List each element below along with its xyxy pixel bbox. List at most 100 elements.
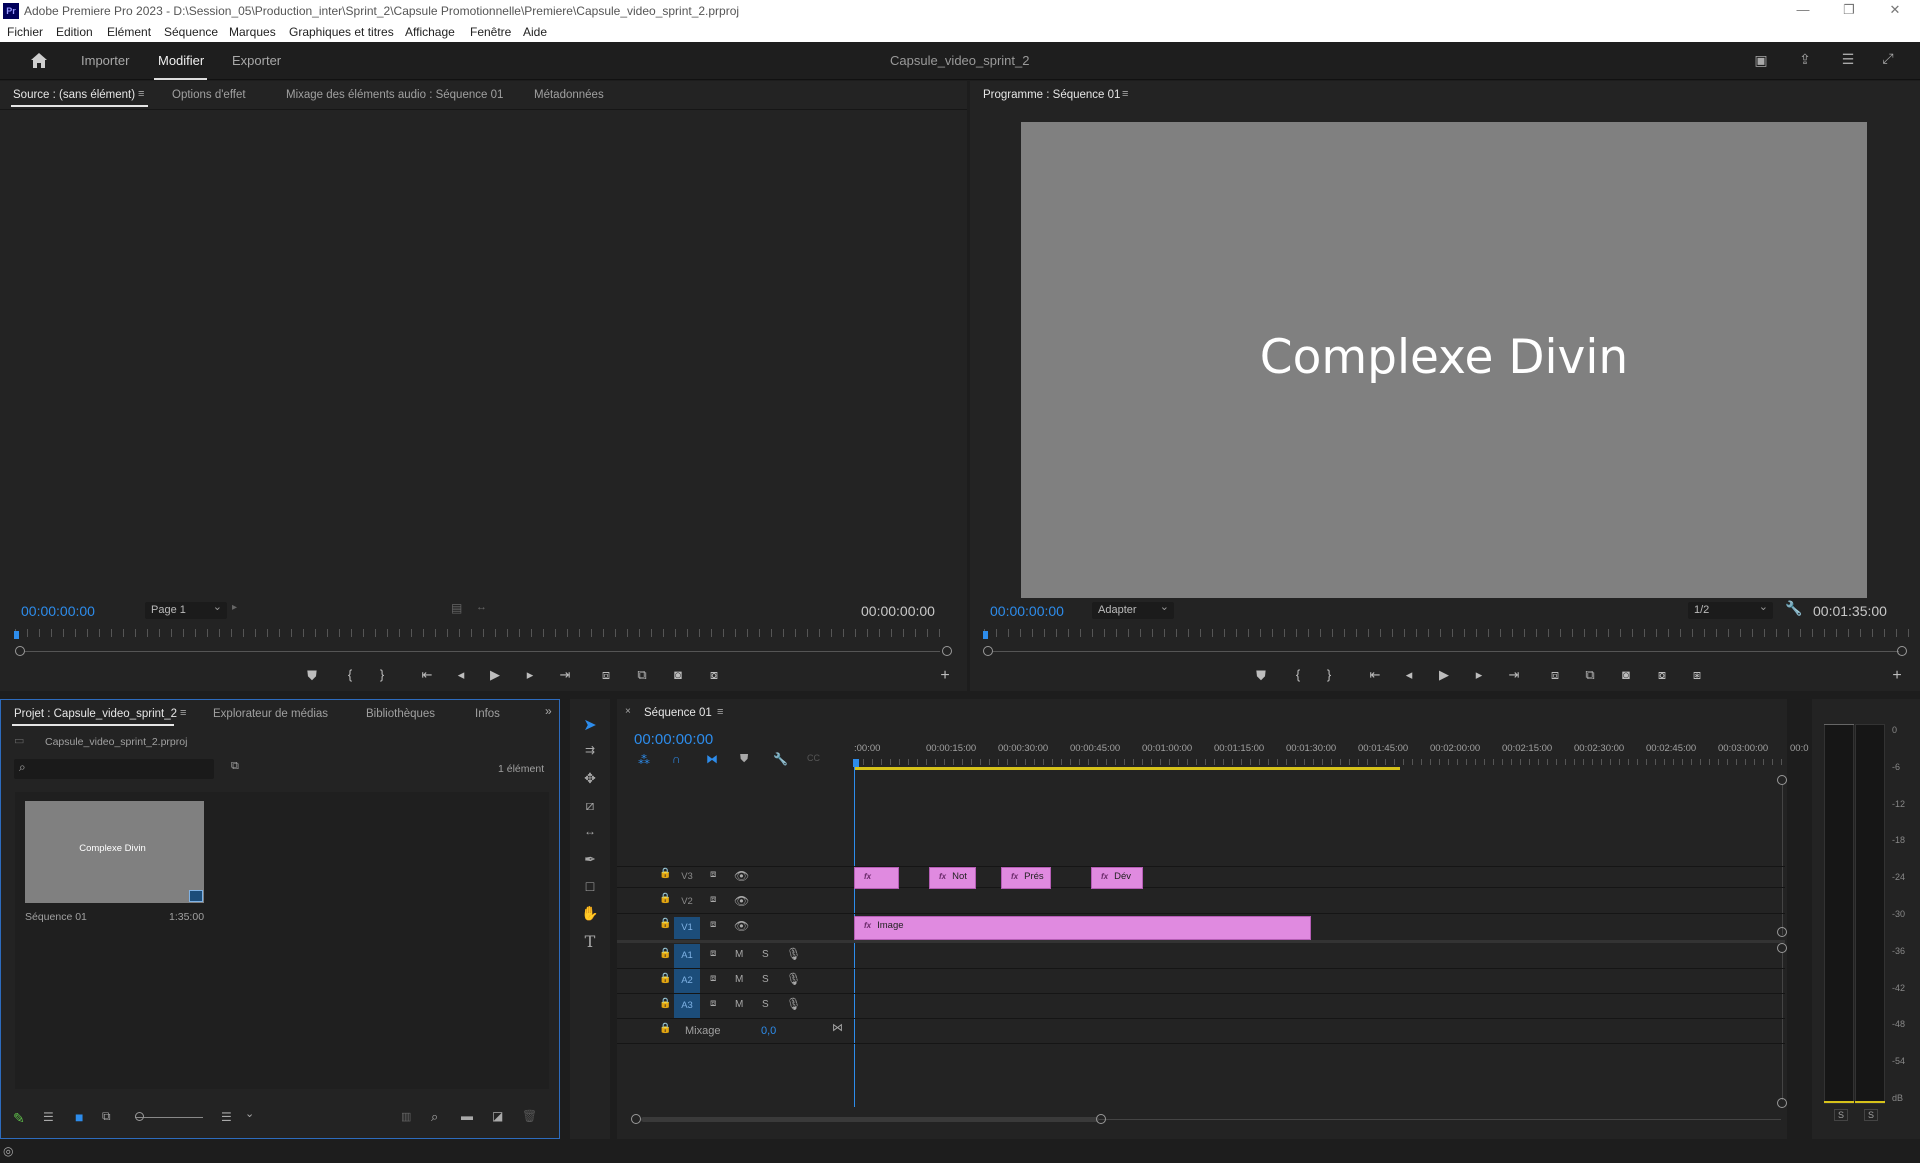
menu-aide[interactable]: Aide — [523, 25, 547, 39]
program-playhead[interactable] — [983, 631, 988, 639]
icon-view-icon[interactable]: ■ — [75, 1109, 83, 1125]
menu-fichier[interactable]: Fichier — [7, 25, 43, 39]
track-a1[interactable]: A1 — [674, 944, 700, 968]
h-scroll-right[interactable] — [1096, 1114, 1106, 1124]
export-frame-icon[interactable]: ◙ — [669, 667, 687, 682]
sync-icon[interactable]: ⧈ — [710, 894, 716, 905]
new-bin-from-search-icon[interactable]: ⧉ — [231, 760, 239, 773]
trash-icon[interactable]: 🗑 — [522, 1109, 537, 1123]
timeline-menu-icon[interactable]: ≡ — [717, 706, 723, 718]
razor-tool-icon[interactable]: ⧄ — [580, 797, 600, 814]
lock-icon[interactable]: 🔒 — [659, 948, 671, 959]
automate-icon[interactable]: ▥ — [401, 1110, 411, 1123]
captions-icon[interactable]: CC — [807, 753, 820, 763]
h-scroll-left[interactable] — [631, 1114, 641, 1124]
button-editor-icon[interactable]: ⧆ — [1688, 667, 1706, 683]
extract-icon[interactable]: ⧉ — [1581, 667, 1599, 683]
clip-v3-4[interactable]: fx Dév — [1091, 867, 1143, 889]
audio-scroll-top[interactable] — [1777, 943, 1787, 953]
project-search-input[interactable]: ⌕ — [14, 759, 214, 779]
program-zoom-handle-right[interactable] — [1897, 646, 1907, 656]
menu-affichage[interactable]: Affichage — [405, 25, 455, 39]
rectangle-tool-icon[interactable]: □ — [580, 878, 600, 894]
add-button-icon[interactable]: + — [1888, 667, 1906, 685]
drag-video-icon[interactable]: ▤ — [451, 601, 462, 615]
clip-v3-2[interactable]: fx Not — [929, 867, 976, 889]
lock-icon[interactable]: 🔒 — [659, 918, 671, 929]
tab-project[interactable]: Projet : Capsule_video_sprint_2 — [14, 708, 177, 720]
zoom-bar[interactable] — [25, 651, 940, 652]
minimize-button[interactable]: — — [1780, 2, 1826, 17]
clip-v1-image[interactable]: fx Image — [854, 916, 1311, 940]
zoom-handle-left[interactable] — [15, 646, 25, 656]
sync-icon[interactable]: ⧈ — [710, 973, 716, 984]
go-to-out-icon[interactable]: ⇥ — [1505, 667, 1523, 683]
list-view-icon[interactable]: ☰ — [43, 1110, 54, 1124]
close-window-button[interactable]: ✕ — [1872, 2, 1918, 18]
video-audio-divider[interactable] — [617, 940, 1785, 943]
zoom-slider[interactable] — [135, 1117, 203, 1118]
sequence-thumbnail[interactable]: Complexe Divin — [25, 801, 204, 903]
add-marker-icon[interactable]: ⛊ — [1252, 668, 1270, 684]
add-marker-icon[interactable]: ⛊ — [740, 753, 748, 766]
mark-out-icon[interactable]: } — [1320, 667, 1338, 682]
freeform-view-icon[interactable]: ⧉ — [102, 1109, 111, 1124]
play-icon[interactable]: ▶ — [486, 667, 504, 683]
new-item-icon[interactable]: ◪ — [492, 1109, 503, 1123]
sync-icon[interactable]: ⧈ — [710, 948, 716, 959]
video-scroll-top[interactable] — [1777, 775, 1787, 785]
eye-icon[interactable]: 👁 — [734, 894, 749, 908]
add-marker-icon[interactable]: ⛊ — [303, 668, 321, 684]
tab-infos[interactable]: Infos — [475, 708, 500, 720]
go-to-in-icon[interactable]: ⇤ — [1366, 667, 1384, 683]
background-tasks-icon[interactable]: ◎ — [3, 1144, 13, 1158]
track-select-tool-icon[interactable]: ⇉ — [580, 743, 600, 757]
microphone-icon[interactable]: 🎙 — [786, 972, 801, 986]
panel-menu-icon[interactable]: ☰ — [1838, 51, 1858, 68]
tab-source[interactable]: Source : (sans élément) — [13, 89, 135, 101]
resolution-dropdown[interactable]: 1/2 — [1688, 600, 1773, 619]
menu-edition[interactable]: Edition — [56, 25, 93, 39]
timeline-settings-icon[interactable]: 🔧 — [773, 752, 788, 766]
program-menu-icon[interactable]: ≡ — [1122, 88, 1128, 100]
solo-left-button[interactable]: S — [1834, 1109, 1849, 1121]
find-icon[interactable]: ⌕ — [431, 1109, 438, 1125]
sort-icon[interactable]: ☰ — [221, 1110, 232, 1124]
track-a3[interactable]: A3 — [674, 994, 700, 1018]
home-icon[interactable] — [30, 52, 48, 69]
step-back-icon[interactable]: ◂ — [452, 667, 470, 683]
nest-icon[interactable]: ⁂ — [638, 753, 650, 767]
zoom-slider-handle[interactable] — [135, 1112, 144, 1121]
program-zoom-handle-left[interactable] — [983, 646, 993, 656]
go-to-in-icon[interactable]: ⇤ — [418, 667, 436, 683]
track-v1[interactable]: V1 — [674, 917, 700, 939]
mute-a3[interactable]: M — [735, 999, 743, 1010]
selection-tool-icon[interactable]: ➤ — [580, 715, 600, 735]
play-icon[interactable]: ▶ — [1435, 667, 1453, 683]
tab-importer[interactable]: Importer — [81, 53, 129, 68]
menu-graphiques[interactable]: Graphiques et titres — [289, 25, 394, 39]
timeline-timecode[interactable]: 00:00:00:00 — [634, 731, 713, 748]
h-scroll-thumb[interactable] — [641, 1117, 1099, 1122]
sort-dropdown-icon[interactable]: ⌄ — [245, 1107, 254, 1120]
sync-icon[interactable]: ⧈ — [710, 869, 716, 880]
snap-icon[interactable]: ∩ — [672, 752, 681, 766]
tab-metadata[interactable]: Métadonnées — [534, 89, 604, 101]
source-ruler[interactable] — [15, 629, 950, 637]
go-to-out-icon[interactable]: ⇥ — [556, 667, 574, 683]
program-frame[interactable]: Complexe Divin — [1021, 122, 1867, 598]
menu-marques[interactable]: Marques — [229, 25, 276, 39]
clip-v3-1[interactable]: fx — [854, 867, 899, 889]
tab-program[interactable]: Programme : Séquence 01 — [983, 89, 1120, 101]
mix-value[interactable]: 0,0 — [761, 1025, 776, 1037]
clip-v3-3[interactable]: fx Prés — [1001, 867, 1051, 889]
source-playhead[interactable] — [14, 631, 19, 639]
lock-icon[interactable]: 🔒 — [659, 893, 671, 904]
solo-a3[interactable]: S — [762, 999, 769, 1010]
drag-audio-icon[interactable]: ↔ — [476, 601, 487, 613]
hand-tool-icon[interactable]: ✋ — [580, 905, 600, 922]
program-ruler[interactable] — [984, 629, 1909, 637]
mark-in-icon[interactable]: { — [1289, 667, 1307, 682]
eye-icon[interactable]: 👁 — [734, 869, 749, 883]
menu-fenetre[interactable]: Fenêtre — [470, 25, 511, 39]
